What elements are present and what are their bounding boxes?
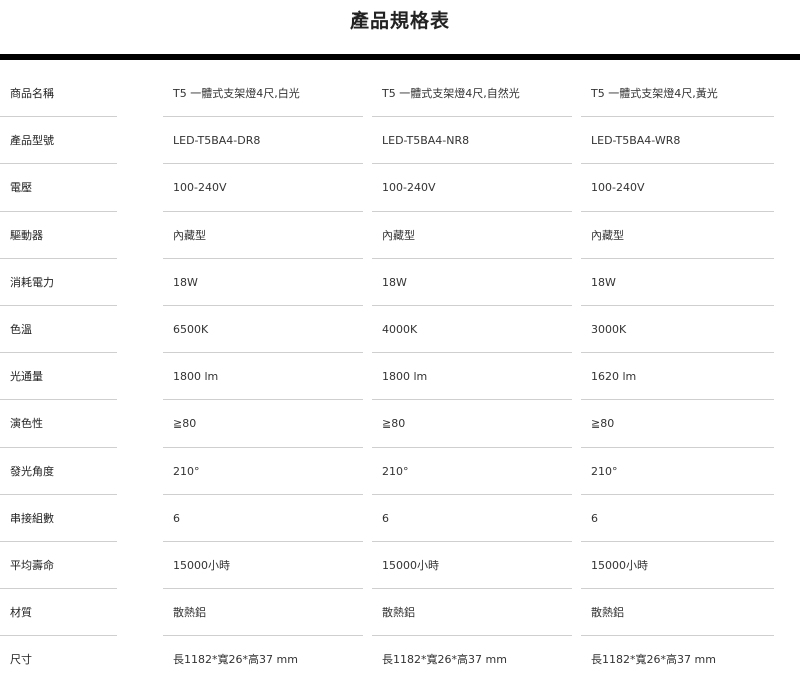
table-row: 電壓 100-240V 100-240V 100-240V [0,164,800,212]
spec-value: T5 一體式支架燈4尺,黃光 [591,87,718,100]
spec-value: 散熱鋁 [382,606,415,620]
table-row: 驅動器 內藏型 內藏型 內藏型 [0,212,800,259]
table-row: 消耗電力 18W 18W 18W [0,259,800,306]
row-label: 色溫 [10,322,32,336]
spec-value: 3000K [591,322,627,336]
spec-value: LED-T5BA4-NR8 [382,134,470,148]
spec-value: 15000小時 [591,558,648,572]
spec-value: 18W [591,275,616,289]
spec-value: 1800 lm [173,370,219,384]
table-row: 發光角度 210° 210° 210° [0,448,800,495]
spec-value: LED-T5BA4-WR8 [591,134,681,148]
row-label: 串接組數 [10,511,54,525]
row-label: 發光角度 [10,464,54,478]
table-row: 材質 散熱鋁 散熱鋁 散熱鋁 [0,589,800,637]
spec-value: 內藏型 [382,228,415,242]
table-row: 光通量 1800 lm 1800 lm 1620 lm [0,353,800,401]
spec-value: 6 [382,511,389,525]
row-label: 消耗電力 [10,275,54,289]
table-row: 演色性 ≧80 ≧80 ≧80 [0,400,800,448]
spec-value: 100-240V [173,181,227,195]
title-divider [0,54,800,60]
spec-value: 210° [591,464,618,478]
table-row: 串接組數 6 6 6 [0,495,800,542]
spec-value: 15000小時 [382,558,439,572]
row-label: 材質 [10,606,32,620]
table-row: 平均壽命 15000小時 15000小時 15000小時 [0,542,800,590]
spec-value: 210° [173,464,200,478]
spec-value: ≧80 [173,417,197,431]
spec-value: 6500K [173,322,209,336]
spec-value: LED-T5BA4-DR8 [173,134,261,148]
row-label: 演色性 [10,417,43,431]
row-label: 產品型號 [10,134,54,148]
spec-value: ≧80 [591,417,615,431]
spec-value: T5 一體式支架燈4尺,自然光 [382,87,520,100]
page-title: 產品規格表 [349,10,450,32]
spec-value: 1800 lm [382,370,428,384]
row-label: 平均壽命 [10,558,54,572]
spec-value: 210° [382,464,409,478]
spec-value: 6 [173,511,180,525]
spec-value: 內藏型 [591,228,624,242]
spec-value: 100-240V [382,181,436,195]
table-row: 色溫 6500K 4000K 3000K [0,306,800,354]
spec-value: 4000K [382,322,418,336]
row-label: 驅動器 [10,228,43,242]
spec-value: 18W [382,275,407,289]
spec-value: 散熱鋁 [173,606,206,620]
spec-value: 1620 lm [591,370,637,384]
spec-value: ≧80 [382,417,406,431]
spec-value: 內藏型 [173,228,206,242]
table-row: 商品名稱 T5 一體式支架燈4尺,白光 T5 一體式支架燈4尺,自然光 T5 一… [0,70,800,118]
spec-value: 100-240V [591,181,645,195]
row-label: 光通量 [10,370,43,384]
spec-table: 商品名稱 T5 一體式支架燈4尺,白光 T5 一體式支架燈4尺,自然光 T5 一… [0,70,800,683]
row-label: 商品名稱 [10,87,54,100]
table-row: 產品型號 LED-T5BA4-DR8 LED-T5BA4-NR8 LED-T5B… [0,117,800,165]
spec-value: 15000小時 [173,558,230,572]
row-label: 電壓 [10,181,32,195]
spec-value: 18W [173,275,198,289]
spec-value: 6 [591,511,598,525]
spec-value: T5 一體式支架燈4尺,白光 [173,87,300,100]
spec-value: 散熱鋁 [591,606,624,620]
